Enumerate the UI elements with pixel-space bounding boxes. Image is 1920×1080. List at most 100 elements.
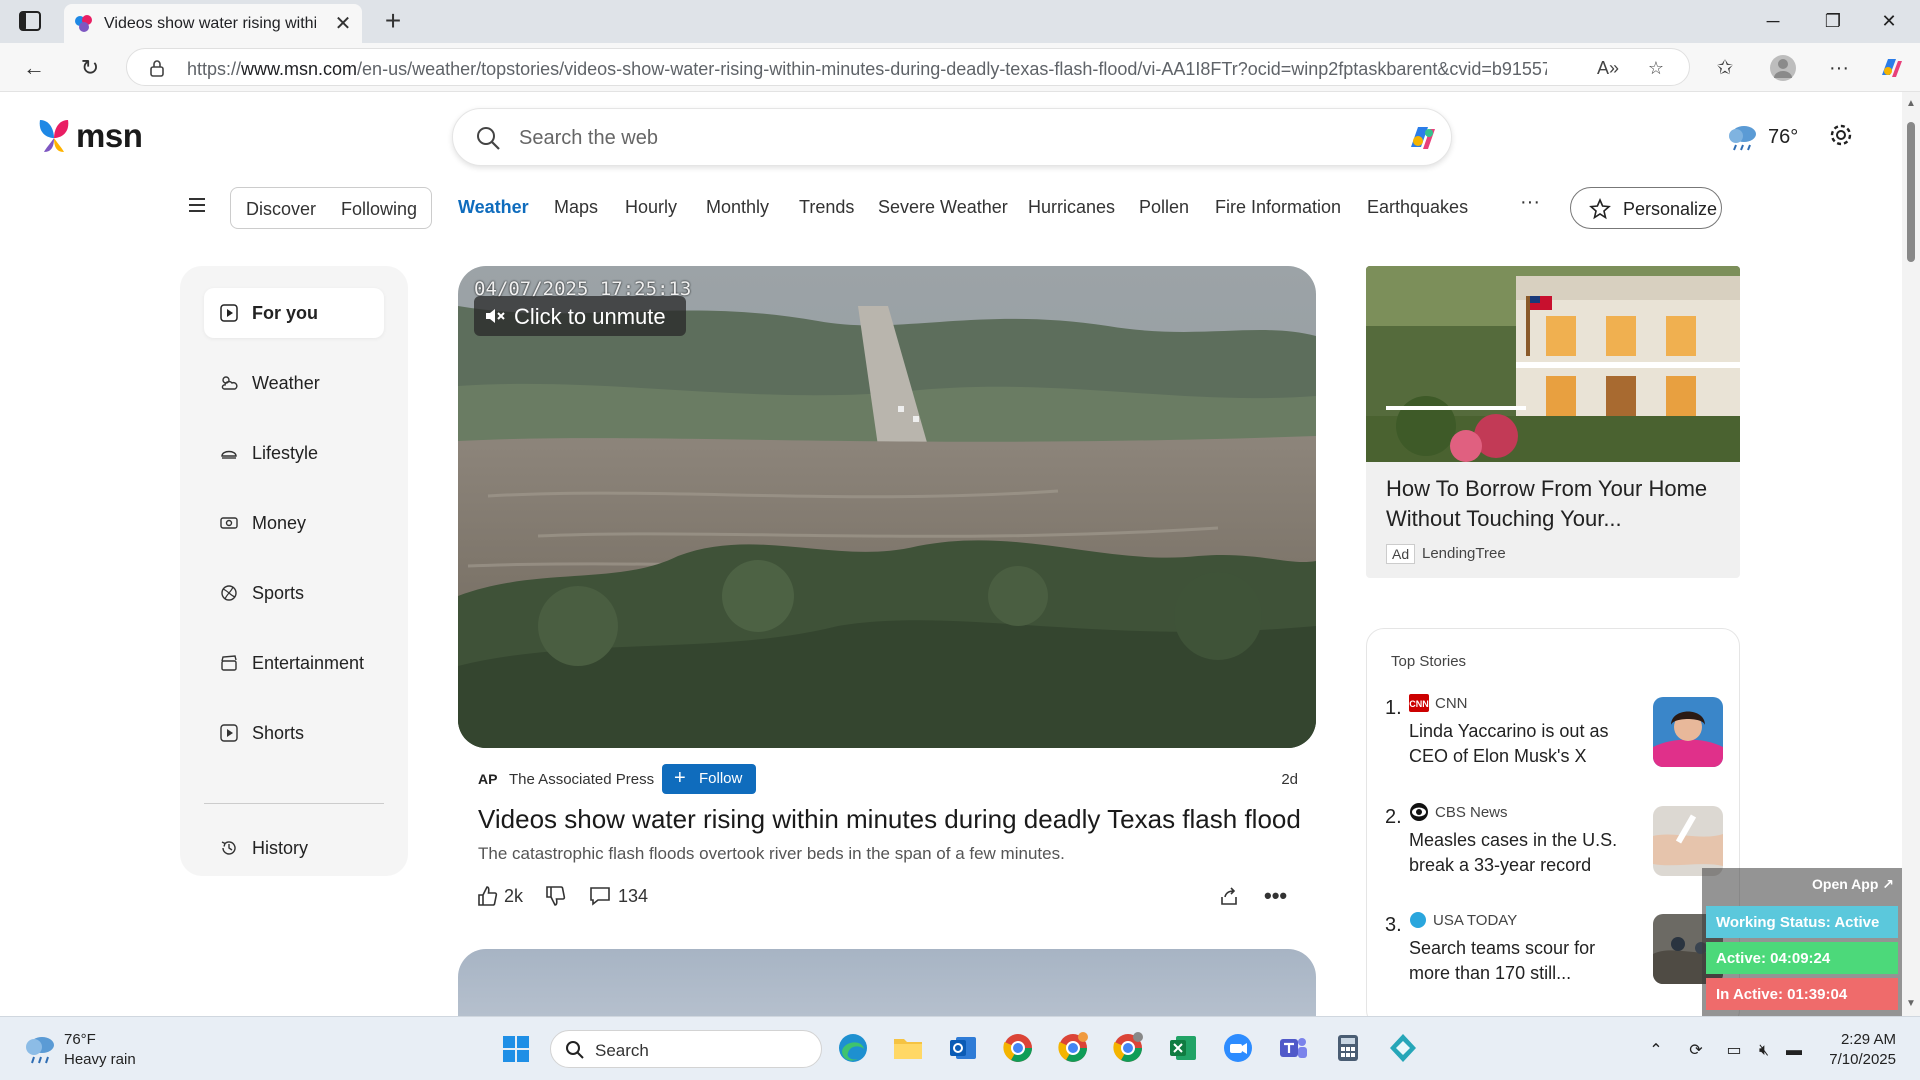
refresh-icon[interactable]: ↻ — [74, 52, 106, 84]
story-thumbnail — [1653, 697, 1723, 767]
working-status-badge: Working Status: Active — [1706, 906, 1898, 938]
nav-hourly[interactable]: Hourly — [625, 197, 677, 218]
open-app-link[interactable]: Open App ↗ — [1812, 876, 1894, 893]
list-item[interactable]: 2. CBS News Measles cases in the U.S. br… — [1385, 792, 1725, 884]
comments-button[interactable]: 134 — [588, 883, 648, 909]
copilot-search-icon[interactable] — [1403, 119, 1441, 157]
ad-title[interactable]: How To Borrow From Your Home Without Tou… — [1386, 474, 1730, 534]
sidebar-item-lifestyle[interactable]: Lifestyle — [204, 428, 384, 478]
sidebar-item-sports[interactable]: Sports — [204, 568, 384, 618]
play-square-icon — [220, 304, 238, 322]
like-button[interactable]: 2k — [476, 883, 523, 909]
article-source[interactable]: The Associated Press — [509, 771, 654, 788]
sidebar-item-for-you[interactable]: For you — [204, 288, 384, 338]
list-item[interactable]: 1. CNN CNN Linda Yaccarino is out as CEO… — [1385, 683, 1725, 775]
sponsored-ad-card[interactable]: How To Borrow From Your Home Without Tou… — [1366, 266, 1740, 578]
cbs-eye-logo-icon — [1410, 803, 1428, 821]
header-weather[interactable]: 76° — [1726, 122, 1798, 152]
sidebar-toggle-icon[interactable] — [18, 10, 42, 32]
msn-logo[interactable]: msn — [36, 116, 143, 156]
taskbar-rain-icon[interactable] — [22, 1031, 58, 1067]
dislike-button[interactable] — [544, 883, 566, 909]
personalize-button[interactable]: Personalize — [1570, 187, 1722, 229]
tab-discover[interactable]: Discover — [246, 199, 316, 220]
back-icon[interactable]: ← — [18, 52, 50, 84]
sidebar-item-weather[interactable]: Weather — [204, 358, 384, 408]
nav-trends[interactable]: Trends — [799, 197, 854, 218]
minimize-icon[interactable]: ─ — [1758, 8, 1788, 34]
nav-earthquakes[interactable]: Earthquakes — [1367, 197, 1468, 218]
nav-fire-information[interactable]: Fire Information — [1215, 197, 1341, 218]
profile-avatar-icon[interactable] — [1768, 53, 1798, 83]
article-headline[interactable]: Videos show water rising within minutes … — [478, 804, 1318, 835]
list-item[interactable]: 3. USA TODAY Search teams scour for more… — [1385, 900, 1725, 992]
url-text[interactable]: https://www.msn.com/en-us/weather/topsto… — [187, 59, 1547, 80]
taskbar-search-icon — [566, 1041, 584, 1059]
nav-maps[interactable]: Maps — [554, 197, 598, 218]
outlook-icon[interactable] — [946, 1031, 980, 1065]
scroll-up-icon[interactable]: ▲ — [1905, 98, 1917, 109]
windows-start-icon[interactable] — [502, 1035, 530, 1063]
copilot-icon[interactable] — [1876, 53, 1906, 83]
hamburger-menu-icon[interactable] — [186, 194, 208, 216]
scroll-thumb[interactable] — [1907, 122, 1915, 262]
page-scrollbar[interactable]: ▲ ▼ — [1902, 92, 1920, 1016]
read-aloud-icon[interactable]: A» — [1595, 55, 1621, 81]
video-player[interactable]: 04/07/2025 17:25:13 Click to unmute — [458, 266, 1316, 748]
web-search-box[interactable] — [452, 108, 1452, 166]
file-explorer-icon[interactable] — [891, 1031, 925, 1065]
nav-pollen[interactable]: Pollen — [1139, 197, 1189, 218]
url-host: www.msn.com — [241, 59, 358, 79]
sidebar-item-entertainment[interactable]: Entertainment — [204, 638, 384, 688]
taskbar-search[interactable]: Search — [550, 1030, 822, 1068]
display-icon[interactable]: ▭ — [1722, 1039, 1746, 1063]
favorites-icon[interactable]: ✩ — [1710, 53, 1740, 83]
battery-icon[interactable]: ▬ — [1782, 1039, 1806, 1063]
tracker-app-icon[interactable] — [1386, 1031, 1420, 1065]
more-actions-icon[interactable]: ••• — [1264, 883, 1287, 909]
sidebar-item-history[interactable]: History — [204, 823, 384, 873]
sync-icon[interactable]: ⟳ — [1684, 1039, 1708, 1063]
scroll-down-icon[interactable]: ▼ — [1905, 998, 1917, 1009]
tab-following[interactable]: Following — [341, 199, 417, 220]
teams-icon[interactable] — [1276, 1031, 1310, 1065]
volume-muted-icon[interactable]: 🔇︎ — [1752, 1039, 1776, 1063]
follow-button[interactable]: + Follow — [662, 764, 756, 794]
nav-weather[interactable]: Weather — [458, 197, 529, 218]
more-options-icon[interactable]: ··· — [1824, 53, 1854, 83]
close-window-icon[interactable]: ✕ — [1874, 8, 1904, 34]
nav-hurricanes[interactable]: Hurricanes — [1028, 197, 1115, 218]
nav-more-icon[interactable]: ··· — [1520, 191, 1540, 214]
excel-icon[interactable] — [1166, 1031, 1200, 1065]
calculator-icon[interactable] — [1331, 1031, 1365, 1065]
new-tab-icon[interactable]: + — [378, 6, 408, 36]
edge-browser-icon[interactable] — [836, 1031, 870, 1065]
close-tab-icon[interactable]: ✕ — [332, 13, 354, 35]
svg-text:CNN: CNN — [1409, 699, 1429, 709]
chrome-icon[interactable] — [1001, 1031, 1035, 1065]
clock-date[interactable]: 7/10/2025 — [1812, 1051, 1896, 1068]
ad-source[interactable]: LendingTree — [1422, 545, 1506, 562]
nav-monthly[interactable]: Monthly — [706, 197, 769, 218]
search-input[interactable] — [519, 123, 1319, 153]
next-video-card[interactable] — [458, 949, 1316, 1016]
follow-label: Follow — [699, 770, 743, 787]
unmute-button[interactable]: Click to unmute — [474, 296, 686, 336]
tray-overflow-icon[interactable]: ⌃ — [1644, 1039, 1668, 1063]
settings-gear-icon[interactable] — [1826, 120, 1856, 150]
sidebar-item-shorts[interactable]: Shorts — [204, 708, 384, 758]
sidebar-item-money[interactable]: Money — [204, 498, 384, 548]
chrome-profile-icon[interactable] — [1056, 1031, 1090, 1065]
maximize-icon[interactable]: ❐ — [1818, 8, 1848, 34]
article-actions: 2k 134 ••• — [476, 880, 1296, 910]
clock-time[interactable]: 2:29 AM — [1812, 1031, 1896, 1048]
nav-severe-weather[interactable]: Severe Weather — [878, 197, 1008, 218]
share-button[interactable] — [1218, 883, 1240, 909]
favorite-star-icon[interactable]: ☆ — [1643, 55, 1669, 81]
zoom-icon[interactable] — [1221, 1031, 1255, 1065]
plus-icon: + — [674, 767, 686, 789]
chrome-profile-2-icon[interactable] — [1111, 1031, 1145, 1065]
lock-icon[interactable] — [147, 58, 167, 78]
address-bar[interactable]: https://www.msn.com/en-us/weather/topsto… — [126, 48, 1690, 86]
browser-tab[interactable]: Videos show water rising within minutes … — [64, 4, 362, 43]
